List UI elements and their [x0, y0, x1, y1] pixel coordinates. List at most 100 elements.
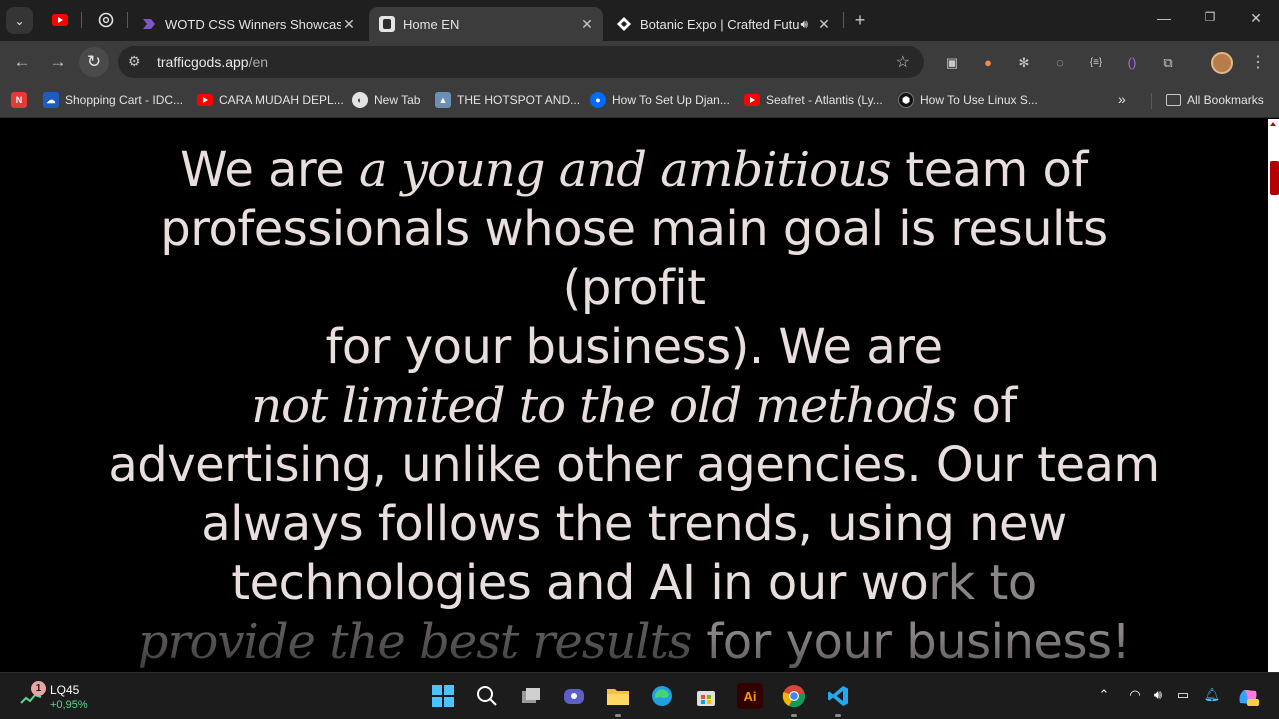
- bookmark-item[interactable]: ☁ Shopping Cart - IDC...: [43, 91, 183, 109]
- hero-line: always follows the trends, using new: [0, 495, 1268, 554]
- scrollbar-thumb[interactable]: [1270, 161, 1279, 195]
- bookmark-star-icon[interactable]: ☆: [896, 52, 910, 72]
- hero-statement: We are a young and ambitious team of prof…: [0, 141, 1268, 672]
- forward-icon[interactable]: →: [47, 51, 69, 73]
- stock-change: +0,95%: [50, 699, 88, 711]
- show-hidden-icons-icon[interactable]: ⌃: [1095, 687, 1113, 703]
- stock-name: LQ45: [50, 683, 80, 697]
- store-icon[interactable]: [693, 683, 719, 709]
- hero-line: professionals whose main goal is results: [0, 200, 1268, 259]
- chrome-menu-icon[interactable]: ⋮: [1250, 52, 1266, 72]
- running-indicator: [791, 714, 797, 717]
- hero-text: rk to: [928, 555, 1037, 611]
- site-settings-icon[interactable]: ⚙: [128, 53, 141, 70]
- hero-text: (profit: [562, 260, 706, 316]
- window-close-icon[interactable]: ✕: [1246, 10, 1266, 27]
- hero-line: for your business). We are: [0, 318, 1268, 377]
- youtube-icon: [197, 92, 213, 108]
- hero-text: We are: [180, 142, 359, 198]
- all-bookmarks-button[interactable]: All Bookmarks: [1166, 91, 1264, 109]
- youtube-icon: [52, 14, 68, 26]
- url-text[interactable]: trafficgods.app/en: [157, 54, 268, 70]
- folder-icon: [1166, 94, 1181, 106]
- bookmark-label: How To Set Up Djan...: [612, 93, 730, 107]
- restore-icon[interactable]: ❐: [1200, 10, 1220, 24]
- bookmark-item[interactable]: CARA MUDAH DEPL...: [197, 91, 344, 109]
- tab-botanic-expo[interactable]: Botanic Expo | Crafted Futur 🔊︎ ✕: [606, 7, 840, 41]
- tab-title: WOTD CSS Winners Showcase -: [165, 16, 341, 32]
- tab-title: Home EN: [403, 16, 460, 32]
- file-explorer-icon[interactable]: [605, 683, 631, 709]
- running-indicator: [835, 714, 841, 717]
- bookmark-item[interactable]: ⬢ How To Use Linux S...: [898, 91, 1038, 109]
- scroll-fade: [0, 632, 1268, 672]
- chevron-down-icon: ⌄: [14, 13, 25, 28]
- close-icon[interactable]: ✕: [341, 16, 357, 33]
- web-page-viewport: We are a young and ambitious team of prof…: [0, 119, 1268, 672]
- edge-icon[interactable]: [649, 683, 675, 709]
- tab-wotd[interactable]: WOTD CSS Winners Showcase - ✕: [131, 7, 365, 41]
- pinned-tab-chatgpt[interactable]: [97, 11, 115, 29]
- bookmarks-bar: N ☁ Shopping Cart - IDC... CARA MUDAH DE…: [0, 83, 1279, 118]
- bookmark-item[interactable]: ▲ THE HOTSPOT AND...: [435, 91, 580, 109]
- picture-in-picture-icon[interactable]: ▣: [943, 54, 961, 72]
- vscode-icon[interactable]: [825, 683, 851, 709]
- react-devtools-icon[interactable]: ✻: [1015, 54, 1033, 72]
- extension-orange-icon[interactable]: ●: [979, 54, 997, 72]
- wifi-icon[interactable]: ◠: [1126, 687, 1144, 703]
- extensions-puzzle-icon[interactable]: ⧉: [1159, 54, 1177, 72]
- speaker-icon[interactable]: 🔊︎: [800, 17, 808, 32]
- bookmark-label: THE HOTSPOT AND...: [457, 93, 581, 107]
- meet-icon[interactable]: [561, 683, 587, 709]
- chrome-newtab-icon: ◐: [352, 92, 368, 108]
- tab-strip: ⌄ WOTD CSS Winners Showcase - ✕ Home EN …: [0, 0, 1279, 41]
- json-extension-icon[interactable]: {≡}: [1087, 54, 1105, 72]
- hero-text: team of: [890, 142, 1088, 198]
- battery-icon[interactable]: ▭: [1174, 687, 1192, 703]
- cssdesign-icon: [141, 16, 157, 32]
- hex-icon: ⬢: [898, 92, 914, 108]
- bookmark-item[interactable]: ● How To Set Up Djan...: [590, 91, 730, 109]
- back-icon[interactable]: ←: [11, 51, 33, 73]
- chrome-icon[interactable]: [781, 683, 807, 709]
- bookmark-item[interactable]: Seafret - Atlantis (Ly...: [744, 91, 883, 109]
- illustrator-icon[interactable]: Ai: [737, 683, 763, 709]
- wolf-icon: ▲: [435, 92, 451, 108]
- hero-text: of: [956, 378, 1018, 434]
- n-logo-icon: N: [11, 92, 27, 108]
- youtube-icon: [744, 92, 760, 108]
- copilot-icon[interactable]: [1236, 687, 1260, 710]
- stock-widget[interactable]: 1 LQ45 +0,95%: [20, 681, 100, 713]
- search-icon[interactable]: [474, 683, 500, 709]
- page-scrollbar[interactable]: [1268, 119, 1279, 672]
- close-icon[interactable]: ✕: [816, 16, 832, 33]
- volume-icon[interactable]: 🔊︎: [1149, 687, 1167, 703]
- tab-home-en[interactable]: Home EN ✕: [369, 7, 603, 41]
- profile-avatar[interactable]: [1211, 52, 1233, 74]
- bookmark-item[interactable]: ◐ New Tab: [352, 91, 420, 109]
- close-icon[interactable]: ✕: [579, 16, 595, 33]
- brackets-extension-icon[interactable]: (): [1123, 54, 1141, 72]
- hero-line: not limited to the old methods of: [0, 377, 1268, 436]
- bookmark-label: New Tab: [374, 93, 421, 107]
- bookmarks-overflow-icon[interactable]: »: [1118, 91, 1126, 107]
- hero-text: for your business). We are: [325, 319, 943, 375]
- scroll-up-arrow-icon[interactable]: [1270, 122, 1276, 126]
- windows-start-icon[interactable]: [430, 683, 456, 709]
- address-bar[interactable]: ⚙ trafficgods.app/en ☆: [118, 46, 924, 78]
- tab-separator: [127, 12, 128, 28]
- loading-extension-icon[interactable]: ◌: [1051, 54, 1069, 72]
- bookmark-n-icon[interactable]: N: [11, 91, 33, 109]
- new-tab-button[interactable]: +: [851, 11, 869, 29]
- bookmark-label: All Bookmarks: [1187, 93, 1264, 107]
- reload-icon[interactable]: ↻: [83, 51, 105, 73]
- pinned-tab-youtube[interactable]: [51, 11, 69, 29]
- hero-text: professionals whose main goal is results: [160, 201, 1108, 257]
- notification-bell-icon[interactable]: 🔔︎: [1203, 687, 1221, 703]
- minimize-icon[interactable]: —: [1154, 10, 1174, 26]
- tab-search-button[interactable]: ⌄: [6, 7, 33, 34]
- tab-separator: [81, 12, 82, 28]
- task-view-icon[interactable]: [518, 683, 544, 709]
- bookmark-separator: [1151, 93, 1152, 109]
- hero-text: always follows the trends, using new: [201, 496, 1067, 552]
